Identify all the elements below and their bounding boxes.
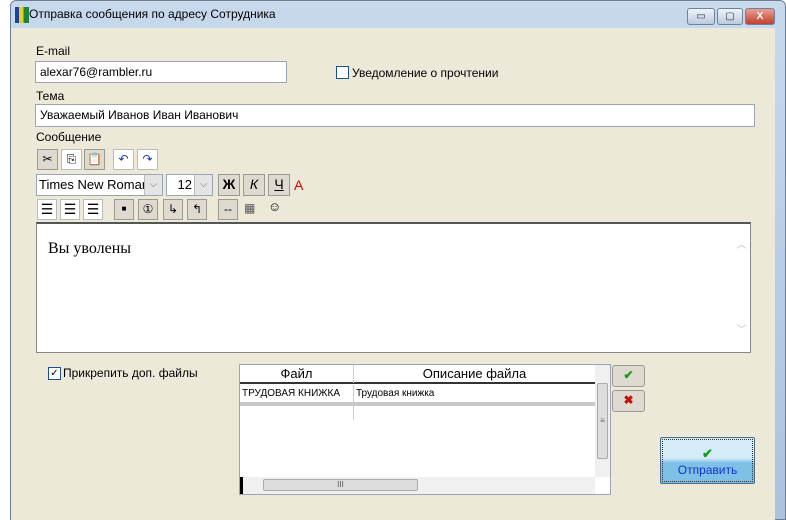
column-header-description[interactable]: Описание файла	[354, 365, 595, 383]
smiley-button[interactable]: ☺	[268, 199, 281, 214]
table-body: ТРУДОВАЯ КНИЖКА Трудовая книжка	[240, 385, 595, 420]
scroll-thumb[interactable]: III	[263, 479, 418, 491]
email-input[interactable]: alexar76@rambler.ru	[35, 61, 287, 83]
outdent-icon: ↰	[191, 202, 203, 216]
message-editor[interactable]: Вы уволены ︿ ﹀	[36, 222, 751, 353]
indent-icon: ↳	[167, 202, 179, 216]
table-row[interactable]	[240, 406, 595, 420]
read-receipt-label: Уведомление о прочтении	[352, 66, 499, 80]
size-value: 12	[177, 177, 192, 192]
cell-description: Трудовая книжка	[354, 385, 595, 403]
paste-button[interactable]: 📋	[84, 149, 105, 170]
files-table: Файл Описание файла ТРУДОВАЯ КНИЖКА Труд…	[239, 364, 611, 495]
horizontal-rule-button[interactable]: --	[218, 199, 238, 220]
copy-icon: ⎘	[66, 152, 77, 166]
editor-scrollbar[interactable]: ︿ ﹀	[733, 224, 750, 352]
email-label: E-mail	[36, 44, 71, 58]
font-value: Times New Roman	[39, 177, 150, 192]
bold-button[interactable]: Ж	[218, 174, 240, 196]
italic-button[interactable]: К	[243, 174, 265, 196]
close-button[interactable]: X	[745, 8, 775, 25]
attach-files-checkbox[interactable]: ✓	[48, 367, 61, 380]
scissors-icon: ✂	[42, 152, 53, 166]
maximize-button[interactable]: ▢	[717, 8, 743, 25]
cut-button[interactable]: ✂	[37, 149, 58, 170]
column-header-file[interactable]: Файл	[240, 365, 354, 383]
message-label: Сообщение	[36, 130, 102, 144]
attach-files-label: Прикрепить доп. файлы	[63, 366, 198, 380]
scroll-thumb[interactable]: ≡	[597, 383, 608, 459]
remove-file-button[interactable]: ✖	[612, 390, 645, 412]
app-icon	[15, 7, 29, 23]
redo-button[interactable]: ↷	[137, 149, 158, 170]
undo-button[interactable]: ↶	[113, 149, 134, 170]
insert-image-icon[interactable]: ▦	[244, 201, 255, 215]
copy-button[interactable]: ⎘	[61, 149, 82, 170]
table-header: Файл Описание файла	[240, 365, 595, 384]
send-label: Отправить	[677, 463, 738, 477]
paste-icon: 📋	[87, 152, 102, 166]
cell-file: ТРУДОВАЯ КНИЖКА	[240, 385, 354, 403]
horizontal-scrollbar[interactable]: III	[240, 477, 595, 494]
subject-label: Тема	[36, 89, 65, 103]
undo-icon: ↶	[118, 152, 129, 166]
window-title: Отправка сообщения по адресу Сотрудника	[29, 7, 276, 21]
redo-icon: ↷	[142, 152, 153, 166]
read-receipt-checkbox[interactable]	[336, 66, 349, 79]
subject-input[interactable]: Уважаемый Иванов Иван Иванович	[35, 104, 755, 127]
table-row[interactable]: ТРУДОВАЯ КНИЖКА Трудовая книжка	[240, 385, 595, 403]
indent-button[interactable]: ↳	[163, 199, 183, 220]
message-text: Вы уволены	[48, 240, 132, 257]
send-button[interactable]: ✔ Отправить	[660, 437, 755, 484]
add-file-button[interactable]: ✔	[612, 365, 645, 387]
check-icon: ✔	[702, 446, 713, 461]
x-icon: ✖	[623, 393, 634, 407]
font-color-button[interactable]: A	[294, 177, 303, 193]
align-left-button[interactable]: ☰	[37, 199, 57, 220]
align-right-button[interactable]: ☰	[83, 199, 103, 220]
check-icon: ✔	[623, 368, 634, 382]
minimize-button[interactable]: ▭	[687, 8, 715, 25]
chevron-down-icon[interactable]: ⌵	[144, 175, 162, 195]
align-center-icon: ☰	[63, 201, 77, 217]
numbered-list-button[interactable]: ①	[138, 199, 158, 220]
outdent-button[interactable]: ↰	[187, 199, 207, 220]
vertical-scrollbar[interactable]: ≡	[595, 365, 610, 477]
bullet-list-button[interactable]: ■	[114, 199, 134, 220]
align-left-icon: ☰	[40, 201, 54, 217]
chevron-down-icon[interactable]: ⌵	[194, 175, 212, 195]
align-center-button[interactable]: ☰	[60, 199, 80, 220]
underline-button[interactable]: Ч	[268, 174, 290, 196]
align-right-icon: ☰	[86, 201, 100, 217]
